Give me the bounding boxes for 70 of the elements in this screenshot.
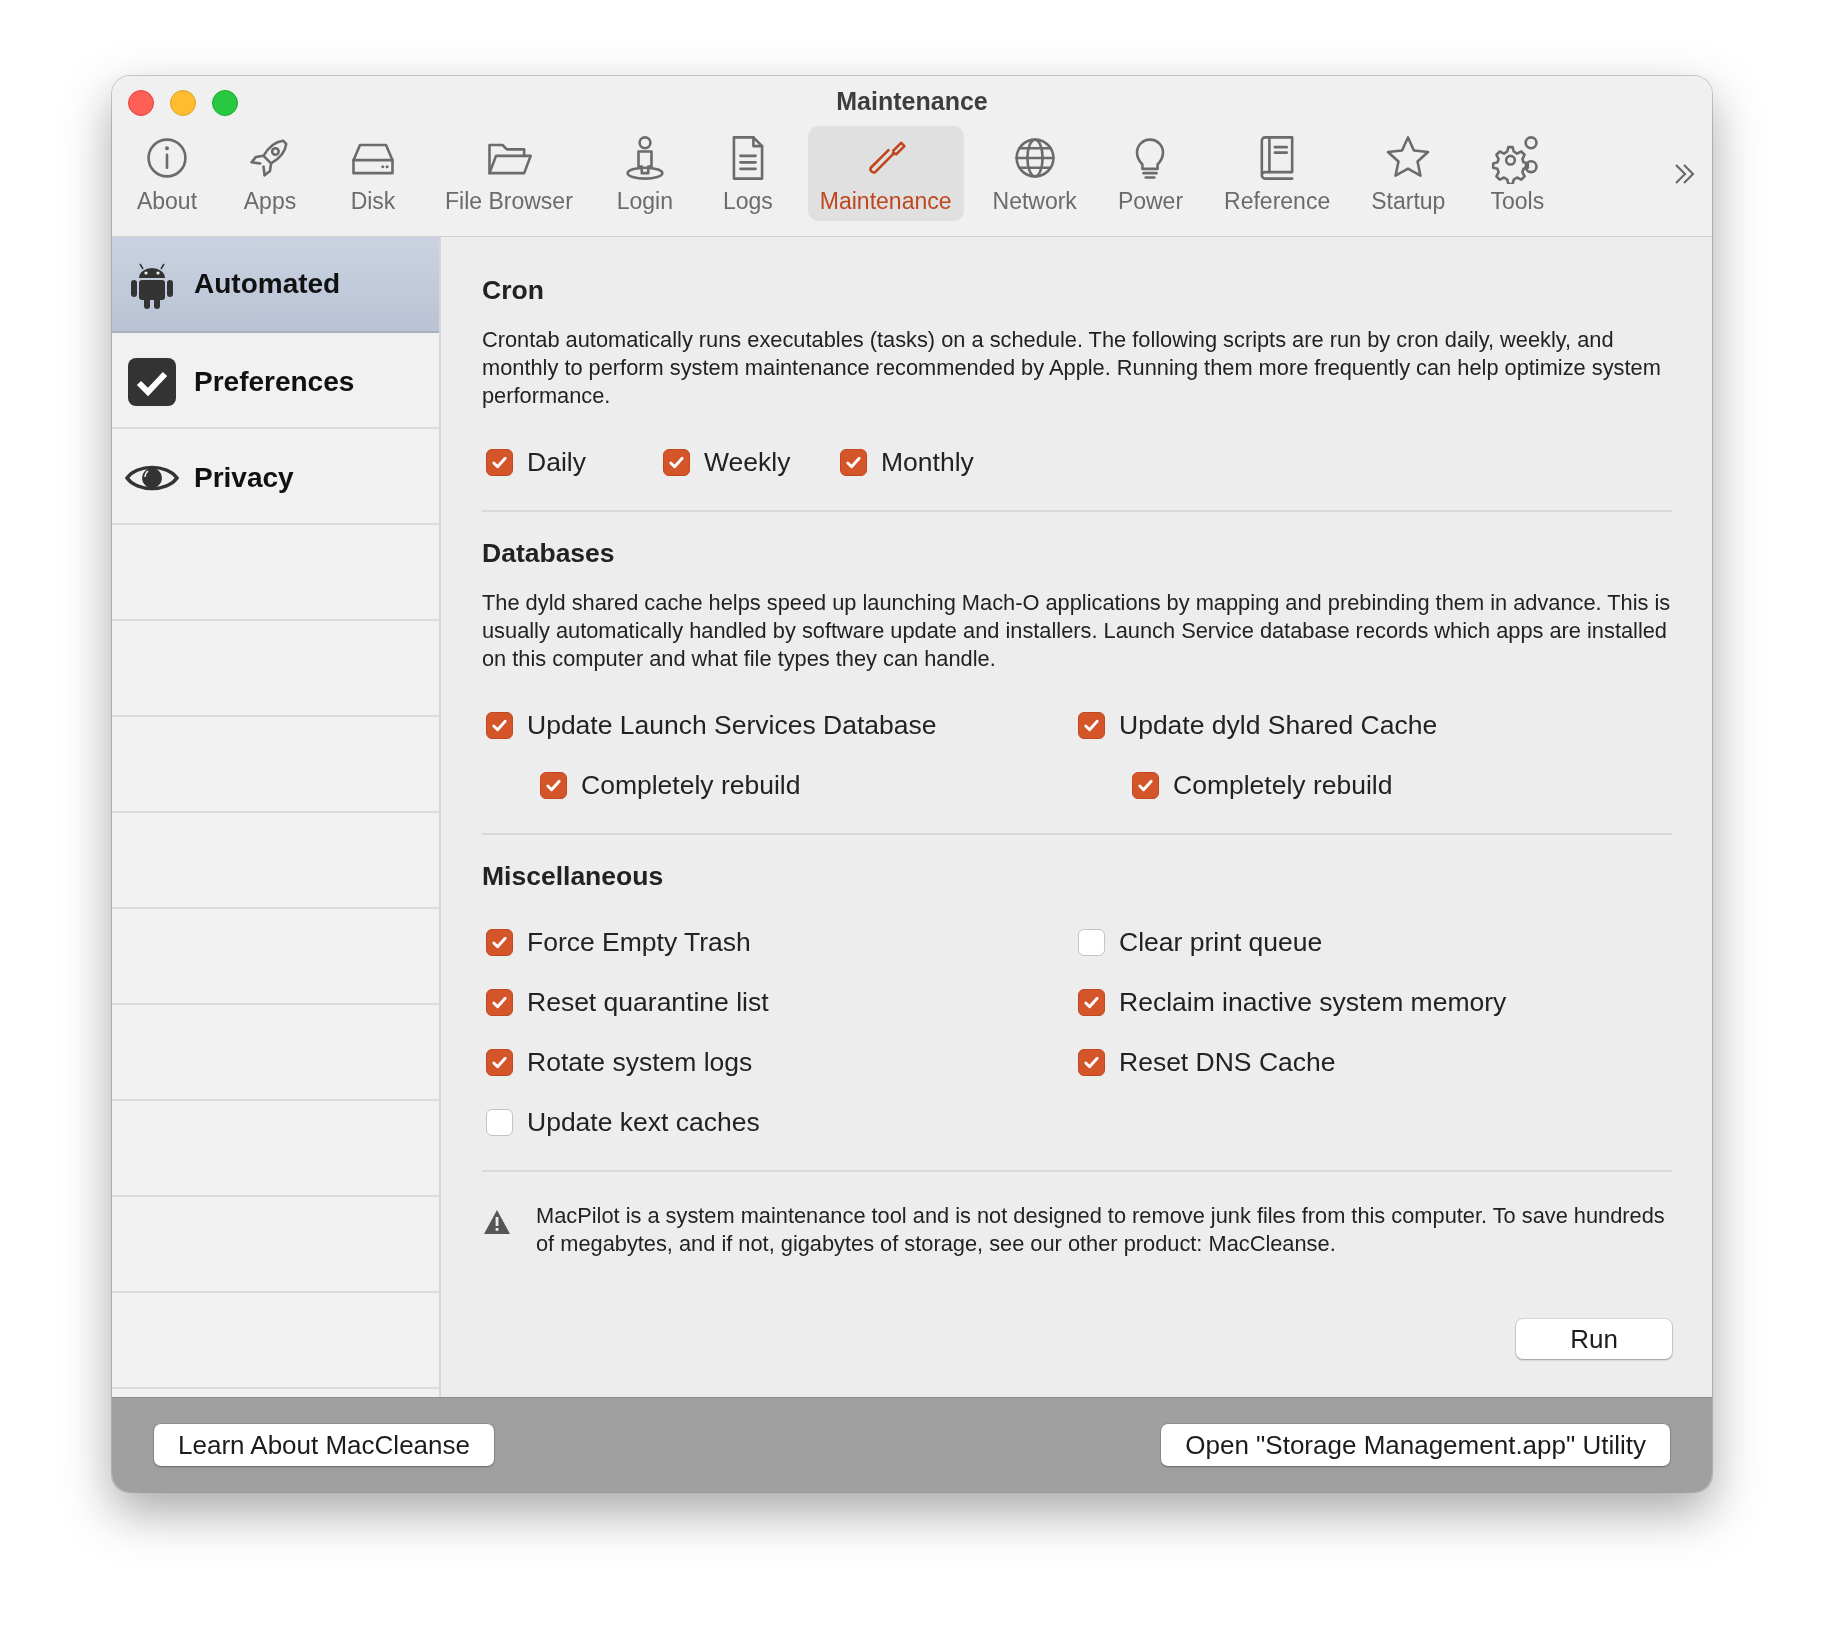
toolbar-tab[interactable]: Logs	[704, 126, 791, 221]
checkbox-option[interactable]: Completely rebuild	[482, 755, 1074, 815]
checkbox[interactable]	[1078, 928, 1105, 956]
checkbox-label: Completely rebuild	[1173, 769, 1393, 801]
checkbox[interactable]	[486, 1048, 513, 1076]
checkbox-label: Update kext caches	[527, 1106, 760, 1138]
toolbar-tab[interactable]: Apps	[227, 126, 313, 221]
checkbox[interactable]	[840, 448, 867, 476]
toolbar-tab[interactable]: Startup	[1359, 126, 1458, 221]
toolbar-tab[interactable]: About	[124, 126, 210, 221]
window-title: Maintenance	[836, 86, 988, 116]
checkbox[interactable]	[663, 448, 690, 476]
section-description: The dyld shared cache helps speed up launching Mach-O applications by mapping and prebinding them in advance. This is usually automatically handled by software update and installers. Launch Service database records which apps are installed on this computer and what file types they can handle.	[482, 589, 1672, 673]
checkbox-option[interactable]: Reclaim inactive system memory	[1074, 972, 1672, 1032]
sidebar-item[interactable]: Preferences	[112, 335, 439, 429]
checkbox[interactable]	[1132, 771, 1159, 799]
checkbox[interactable]	[1078, 711, 1105, 739]
checkbox-label: Clear print queue	[1119, 926, 1323, 958]
toolbar-tab[interactable]: Login	[601, 126, 688, 221]
checkbox-option[interactable]: Completely rebuild	[1074, 755, 1672, 815]
checkbox-option[interactable]: Update kext caches	[482, 1092, 1074, 1152]
section-heading: Databases	[482, 538, 616, 569]
learn-button[interactable]: Learn About MacCleanse	[154, 1424, 494, 1466]
warning-icon	[482, 1208, 512, 1236]
checkbox-label: Daily	[527, 446, 586, 478]
toolbar-tab[interactable]: File Browser	[433, 126, 585, 221]
run-button[interactable]: Run	[1516, 1319, 1672, 1359]
zoom-button[interactable]	[212, 90, 238, 116]
section-description: Crontab automatically runs executables (tasks) on a schedule. The following scripts are run by cron daily, weekly, and monthly to perform system maintenance recommended by Apple. Running them more frequently can help optimize system performance.	[482, 326, 1662, 410]
checkbox-label: Monthly	[881, 446, 974, 478]
section-heading: Miscellaneous	[482, 861, 665, 892]
checkbox-option[interactable]: Daily	[482, 432, 659, 492]
checkbox-option[interactable]: Reset DNS Cache	[1074, 1032, 1672, 1092]
toolbar-tab[interactable]: Maintenance	[807, 126, 964, 221]
checkbox[interactable]	[486, 711, 513, 739]
checkbox-option[interactable]: Update Launch Services Database	[482, 695, 1074, 755]
sidebar-item[interactable]: Privacy	[112, 431, 439, 525]
checkbox[interactable]	[486, 1108, 513, 1136]
checkbox-option[interactable]: Rotate system logs	[482, 1032, 1074, 1092]
toolbar-tab[interactable]: Reference	[1212, 126, 1343, 221]
checkbox-option[interactable]: Update dyld Shared Cache	[1074, 695, 1672, 755]
checkbox[interactable]	[540, 771, 567, 799]
checkbox-label: Update Launch Services Database	[527, 709, 937, 741]
checkbox-option[interactable]: Monthly	[836, 432, 1013, 492]
checkbox[interactable]	[486, 448, 513, 476]
checkbox-label: Reclaim inactive system memory	[1119, 986, 1507, 1018]
checkbox-label: Rotate system logs	[527, 1046, 753, 1078]
sidebar-item[interactable]: Automated	[112, 237, 439, 333]
toolbar-tab[interactable]: Disk	[330, 126, 416, 221]
checkbox[interactable]	[1078, 1048, 1105, 1076]
toolbar-tab[interactable]: Tools	[1474, 126, 1561, 221]
checkbox-option[interactable]: Weekly	[659, 432, 836, 492]
toolbar-tab[interactable]: Network	[980, 126, 1089, 221]
checkbox-label: Update dyld Shared Cache	[1119, 709, 1438, 741]
checkbox-label: Reset quarantine list	[527, 986, 769, 1018]
checkbox[interactable]	[486, 928, 513, 956]
checkbox-label: Completely rebuild	[581, 769, 801, 801]
checkbox-label: Reset DNS Cache	[1119, 1046, 1336, 1078]
checkbox[interactable]	[486, 988, 513, 1016]
checkbox-label: Force Empty Trash	[527, 926, 751, 958]
checkbox-option[interactable]: Force Empty Trash	[482, 912, 1074, 972]
checkbox[interactable]	[1078, 988, 1105, 1016]
notice-text: MacPilot is a system maintenance tool and is not designed to remove junk files from this computer. To save hundreds of megabytes, and if not, gigabytes of storage, see our other product: MacCleanse.	[536, 1202, 1666, 1258]
close-button[interactable]	[128, 90, 154, 116]
open-utility-button[interactable]: Open "Storage Management.app" Utility	[1161, 1424, 1670, 1466]
checkbox-option[interactable]: Clear print queue	[1074, 912, 1672, 972]
section-heading: Cron	[482, 275, 545, 306]
checkbox-label: Weekly	[704, 446, 791, 478]
checkbox-option[interactable]: Reset quarantine list	[482, 972, 1074, 1032]
toolbar-tab[interactable]: Power	[1105, 126, 1196, 221]
